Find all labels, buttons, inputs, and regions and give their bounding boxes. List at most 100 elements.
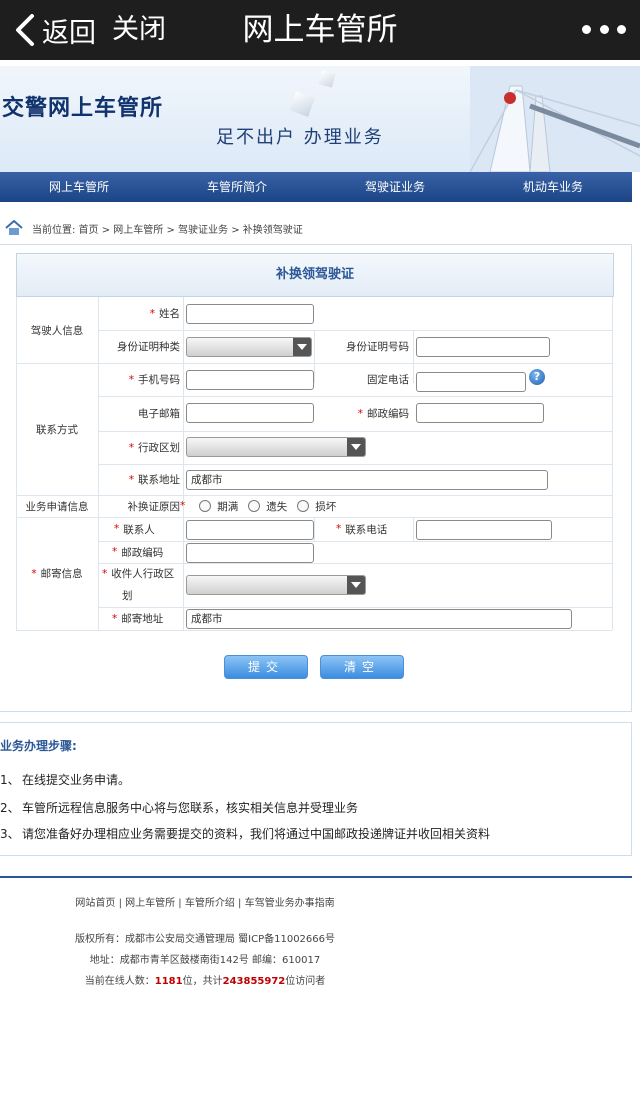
dropdown-arrow-icon [347, 438, 365, 456]
footer-divider [0, 876, 632, 878]
nav-online-office[interactable]: 网上车管所 [0, 172, 158, 202]
step-item: 1、 在线提交业务申请。 [0, 771, 130, 788]
address-input[interactable]: 成都市 [186, 470, 548, 490]
required-mark: * [114, 523, 120, 535]
id-type-label: 身份证明种类 [117, 341, 180, 353]
id-type-select[interactable] [186, 337, 312, 357]
submit-button[interactable]: 提交 [224, 655, 308, 679]
address-label: * 联系地址 [98, 464, 182, 495]
breadcrumb: 当前位置: 首页 > 网上车管所 > 驾驶证业务 > 补换领驾驶证 [0, 214, 632, 242]
more-dots-icon[interactable] [582, 18, 626, 40]
back-button[interactable]: 返回 [14, 12, 96, 49]
name-input[interactable] [186, 304, 314, 324]
reason-options: * 期满 遗失 损坏 [180, 495, 430, 517]
mail-postcode-input[interactable] [186, 543, 314, 563]
section-apply-info: 业务申请信息 [25, 500, 89, 513]
clear-button[interactable]: 清空 [320, 655, 404, 679]
form-title: 补换领驾驶证 [16, 253, 614, 297]
recv-region-label-text-2: 划 [122, 590, 133, 602]
top-bar: 返回 关闭 网上车管所 [0, 0, 640, 60]
id-no-input[interactable] [416, 337, 550, 357]
dropdown-arrow-icon [293, 338, 311, 356]
reason-label: 补换证原因 [127, 500, 181, 513]
breadcrumb-text: 当前位置: 首页 > 网上车管所 > 驾驶证业务 > 补换领驾驶证 [32, 224, 303, 236]
nav-vehicle-business[interactable]: 机动车业务 [474, 172, 632, 202]
step-item: 2、 车管所远程信息服务中心将与您联系，核实相关信息并受理业务 [0, 799, 358, 816]
decor-cube [318, 70, 336, 88]
site-title: 交警网上车管所 [2, 96, 164, 121]
id-no-label: 身份证明号码 [346, 341, 409, 353]
decor-cube [289, 91, 315, 117]
region-label-text: 行政区划 [138, 442, 180, 454]
postcode-label: * 邮政编码 [314, 396, 411, 431]
email-input[interactable] [186, 403, 314, 423]
recv-region-label: * 收件人行政区 划 [98, 563, 182, 607]
mobile-label-text: 手机号码 [138, 374, 180, 386]
step-text: 在线提交业务申请。 [22, 773, 131, 787]
required-mark: * [128, 373, 134, 386]
mail-postcode-label-text: 邮政编码 [121, 546, 164, 559]
bridge-image [470, 66, 640, 172]
phone-label: 固定电话 [367, 374, 409, 386]
reason-lost-label: 遗失 [266, 500, 288, 513]
section-driver-info: 驾驶人信息 [30, 324, 84, 337]
reason-radio-expired[interactable] [199, 500, 212, 512]
required-mark: * [112, 612, 118, 625]
postcode-label-text: 邮政编码 [367, 408, 409, 420]
name-label: * 姓名 [98, 297, 182, 330]
mail-address-label: * 邮寄地址 [98, 607, 182, 630]
section-contact: 联系方式 [36, 423, 78, 436]
mobile-input[interactable] [186, 370, 314, 390]
section-mail-info: * 邮寄信息 [16, 517, 98, 630]
step-text: 请您准备好办理相应业务需要提交的资料，我们将通过中国邮政投递牌证并收回相关资料 [22, 827, 491, 841]
contact-phone-label-text: 联系电话 [345, 523, 388, 536]
region-label: * 行政区划 [98, 431, 182, 464]
footer-links[interactable]: 网站首页 | 网上车管所 | 车管所介绍 | 车驾管业务办事指南 [0, 894, 410, 909]
step-number: 3、 [0, 827, 20, 841]
back-label: 返回 [42, 17, 96, 49]
contact-label-text: 联系人 [123, 523, 155, 536]
recv-region-select[interactable] [186, 575, 366, 595]
reason-damaged-label: 损坏 [315, 500, 337, 513]
required-mark: * [357, 407, 363, 420]
reason-radio-lost[interactable] [248, 500, 261, 512]
contact-phone-label: * 联系电话 [314, 517, 413, 541]
step-number: 1、 [0, 773, 20, 787]
step-text: 车管所远程信息服务中心将与您联系，核实相关信息并受理业务 [22, 801, 359, 815]
section-mail-label: 邮寄信息 [40, 568, 83, 580]
main-nav: 网上车管所 车管所简介 驾驶证业务 机动车业务 [0, 172, 632, 202]
home-icon [5, 220, 23, 235]
region-select[interactable] [186, 437, 366, 457]
contact-phone-input[interactable] [416, 520, 552, 540]
required-mark: * [180, 500, 186, 512]
step-item: 3、 请您准备好办理相应业务需要提交的资料，我们将通过中国邮政投递牌证并收回相关资… [0, 825, 490, 842]
reason-expired-label: 期满 [217, 500, 239, 513]
required-mark: * [336, 523, 342, 535]
nav-office-intro[interactable]: 车管所简介 [158, 172, 316, 202]
steps-heading: 业务办理步骤: [0, 739, 77, 753]
required-mark: * [102, 568, 108, 580]
address-label-text: 联系地址 [138, 474, 180, 486]
required-mark: * [128, 473, 134, 486]
step-number: 2、 [0, 801, 20, 815]
reason-radio-damaged[interactable] [297, 500, 310, 512]
postcode-input[interactable] [416, 403, 544, 423]
required-mark: * [149, 307, 155, 320]
help-icon[interactable]: ? [529, 369, 545, 385]
mail-address-input[interactable]: 成都市 [186, 609, 572, 629]
mail-address-label-text: 邮寄地址 [121, 613, 164, 625]
contact-label: * 联系人 [98, 517, 182, 541]
nav-license-business[interactable]: 驾驶证业务 [316, 172, 474, 202]
name-label-text: 姓名 [159, 308, 180, 320]
chevron-left-icon [16, 14, 34, 46]
online-count: 1181 [154, 976, 183, 987]
close-button[interactable]: 关闭 [112, 12, 166, 48]
contact-input[interactable] [186, 520, 314, 540]
steps-panel: 业务办理步骤: 1、 在线提交业务申请。 2、 车管所远程信息服务中心将与您联系，核… [0, 722, 632, 856]
site-slogan: 足不出户 办理业务 [216, 127, 384, 148]
form-panel: 补换领驾驶证 驾驶人信息 联系方式 业务申请信息 * 邮寄信息 * 姓名 身份证明种… [0, 244, 632, 712]
mail-postcode-label: * 邮政编码 [98, 541, 182, 563]
footer-copyright: 版权所有：成都市公安局交通管理局 蜀ICP备11002666号 [74, 934, 336, 945]
mobile-label: * 手机号码 [98, 363, 182, 396]
phone-input[interactable] [416, 372, 526, 392]
